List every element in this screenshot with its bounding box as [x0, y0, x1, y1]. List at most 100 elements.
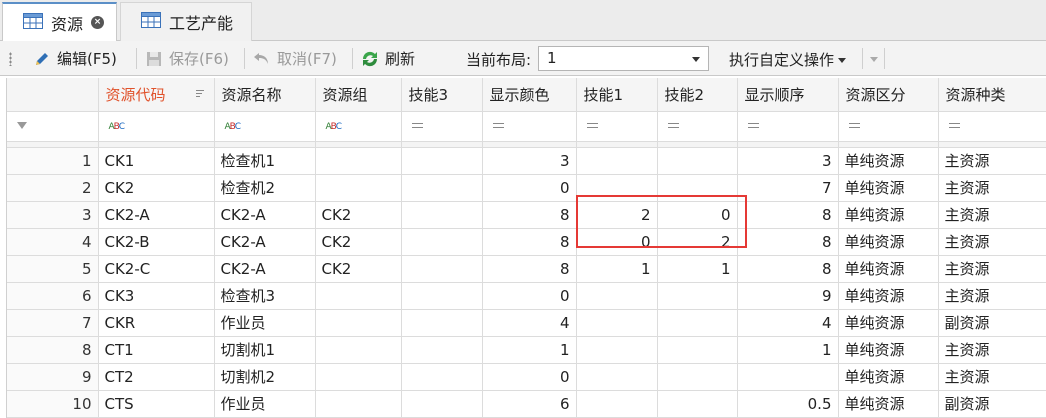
cell-resource-name[interactable]: 切割机1 [214, 336, 316, 364]
cell-resource-code[interactable]: CT2 [98, 363, 215, 391]
cell-display-color[interactable]: 0 [482, 363, 577, 391]
cell-skill3[interactable] [401, 390, 483, 418]
table-row[interactable]: 7 CKR 作业员 4 4 单纯资源 副资源 [7, 309, 1046, 337]
cell-skill1[interactable]: 2 [576, 201, 658, 229]
cell-resource-type[interactable]: 副资源 [938, 390, 1046, 418]
cell-resource-category[interactable]: 单纯资源 [838, 147, 939, 175]
cell-skill3[interactable] [401, 174, 483, 202]
column-header-resource-code[interactable]: 资源代码 [98, 78, 215, 112]
cell-display-order[interactable]: 9 [737, 282, 839, 310]
cell-resource-name[interactable]: 作业员 [214, 309, 316, 337]
cell-display-order[interactable]: 1 [737, 336, 839, 364]
layout-select[interactable]: 1 [538, 46, 709, 71]
cell-resource-group[interactable] [315, 147, 402, 175]
cell-skill3[interactable] [401, 228, 483, 256]
toolbar-grip[interactable] [9, 52, 12, 66]
cell-skill1[interactable] [576, 336, 658, 364]
cell-resource-group[interactable] [315, 174, 402, 202]
table-row[interactable]: 1 CK1 检查机1 3 3 单纯资源 主资源 [7, 147, 1046, 175]
cell-resource-code[interactable]: CK2-C [98, 255, 215, 283]
cell-skill3[interactable] [401, 282, 483, 310]
cell-skill1[interactable] [576, 390, 658, 418]
cell-display-order[interactable]: 4 [737, 309, 839, 337]
column-header-resource-type[interactable]: 资源种类 [938, 78, 1046, 112]
table-row[interactable]: 4 CK2-B CK2-A CK2 8 0 2 8 单纯资源 主资源 [7, 228, 1046, 256]
cell-resource-code[interactable]: CTS [98, 390, 215, 418]
cell-skill3[interactable] [401, 147, 483, 175]
cell-skill1[interactable]: 0 [576, 228, 658, 256]
cell-skill2[interactable]: 2 [657, 228, 738, 256]
text-filter-icon[interactable]: ABC [214, 111, 316, 142]
cell-resource-group[interactable] [315, 390, 402, 418]
cell-resource-type[interactable]: 主资源 [938, 201, 1046, 229]
cell-display-order[interactable]: 8 [737, 201, 839, 229]
cell-display-order[interactable]: 3 [737, 147, 839, 175]
equals-filter-icon[interactable] [737, 111, 839, 142]
cell-display-order[interactable]: 7 [737, 174, 839, 202]
cell-skill3[interactable] [401, 201, 483, 229]
equals-filter-icon[interactable] [576, 111, 658, 142]
table-row[interactable]: 3 CK2-A CK2-A CK2 8 2 0 8 单纯资源 主资源 [7, 201, 1046, 229]
cell-skill3[interactable] [401, 336, 483, 364]
cell-resource-type[interactable]: 副资源 [938, 309, 1046, 337]
cell-resource-category[interactable]: 单纯资源 [838, 309, 939, 337]
cell-resource-code[interactable]: CKR [98, 309, 215, 337]
equals-filter-icon[interactable] [401, 111, 483, 142]
save-button[interactable]: 保存(F6) [144, 45, 229, 72]
cell-skill2[interactable] [657, 390, 738, 418]
table-row[interactable]: 9 CT2 切割机2 0 单纯资源 主资源 [7, 363, 1046, 391]
cell-resource-name[interactable]: CK2-A [214, 255, 316, 283]
cell-resource-group[interactable] [315, 282, 402, 310]
cell-skill1[interactable] [576, 174, 658, 202]
cell-resource-name[interactable]: 切割机2 [214, 363, 316, 391]
cell-skill1[interactable] [576, 282, 658, 310]
cell-skill2[interactable]: 0 [657, 201, 738, 229]
cell-skill2[interactable] [657, 147, 738, 175]
cell-skill1[interactable] [576, 147, 658, 175]
cell-resource-group[interactable] [315, 336, 402, 364]
cell-resource-code[interactable]: CT1 [98, 336, 215, 364]
cell-resource-group[interactable]: CK2 [315, 201, 402, 229]
cell-resource-name[interactable]: 检查机3 [214, 282, 316, 310]
cell-skill3[interactable] [401, 363, 483, 391]
cell-resource-code[interactable]: CK2-B [98, 228, 215, 256]
close-icon[interactable]: × [91, 16, 104, 29]
cell-resource-code[interactable]: CK2 [98, 174, 215, 202]
cell-resource-category[interactable]: 单纯资源 [838, 201, 939, 229]
cell-resource-name[interactable]: 作业员 [214, 390, 316, 418]
cell-skill2[interactable]: 1 [657, 255, 738, 283]
cell-display-color[interactable]: 0 [482, 282, 577, 310]
cell-resource-code[interactable]: CK3 [98, 282, 215, 310]
cell-skill2[interactable] [657, 174, 738, 202]
refresh-button[interactable]: 刷新 [360, 45, 415, 72]
equals-filter-icon[interactable] [838, 111, 939, 142]
cell-skill3[interactable] [401, 255, 483, 283]
cell-skill2[interactable] [657, 282, 738, 310]
cell-resource-category[interactable]: 单纯资源 [838, 363, 939, 391]
cell-skill1[interactable] [576, 309, 658, 337]
column-header-skill2[interactable]: 技能2 [657, 78, 738, 112]
cell-display-color[interactable]: 6 [482, 390, 577, 418]
column-header-resource-category[interactable]: 资源区分 [838, 78, 939, 112]
cell-resource-name[interactable]: 检查机2 [214, 174, 316, 202]
column-header-skill3[interactable]: 技能3 [401, 78, 483, 112]
cell-resource-category[interactable]: 单纯资源 [838, 255, 939, 283]
cell-display-order[interactable]: 8 [737, 228, 839, 256]
cell-skill2[interactable] [657, 363, 738, 391]
cell-resource-name[interactable]: CK2-A [214, 201, 316, 229]
cell-resource-code[interactable]: CK2-A [98, 201, 215, 229]
column-header-display-order[interactable]: 显示顺序 [737, 78, 839, 112]
cell-resource-type[interactable]: 主资源 [938, 363, 1046, 391]
equals-filter-icon[interactable] [657, 111, 738, 142]
cell-resource-group[interactable]: CK2 [315, 228, 402, 256]
cell-resource-name[interactable]: 检查机1 [214, 147, 316, 175]
cell-resource-type[interactable]: 主资源 [938, 336, 1046, 364]
table-row[interactable]: 2 CK2 检查机2 0 7 单纯资源 主资源 [7, 174, 1046, 202]
cell-resource-group[interactable] [315, 309, 402, 337]
text-filter-icon[interactable]: ABC [315, 111, 402, 142]
cell-resource-category[interactable]: 单纯资源 [838, 336, 939, 364]
cell-skill2[interactable] [657, 336, 738, 364]
tab-resources[interactable]: 资源 × [2, 2, 117, 41]
cell-skill2[interactable] [657, 309, 738, 337]
cell-resource-code[interactable]: CK1 [98, 147, 215, 175]
